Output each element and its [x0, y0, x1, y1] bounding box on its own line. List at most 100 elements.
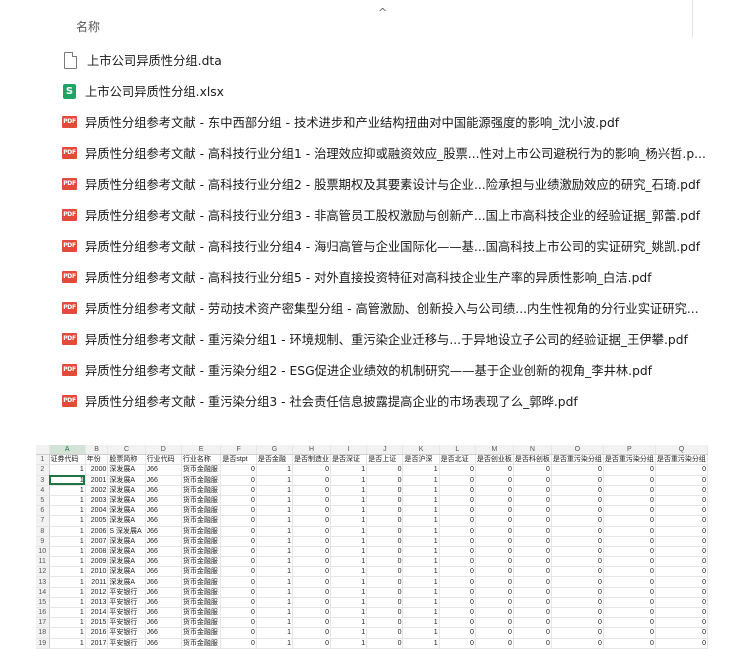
- sheet-cell[interactable]: 2005: [85, 515, 109, 527]
- sheet-cell[interactable]: 0: [292, 546, 332, 558]
- sheet-cell[interactable]: 0: [551, 627, 604, 639]
- sheet-cell[interactable]: 0: [551, 515, 604, 527]
- sheet-cell[interactable]: 1: [256, 627, 294, 639]
- sheet-cell[interactable]: 0: [551, 526, 604, 537]
- sheet-cell[interactable]: 2002: [85, 485, 109, 496]
- sheet-cell[interactable]: 1: [402, 576, 440, 588]
- sheet-cell[interactable]: 0: [551, 607, 604, 619]
- sheet-cell[interactable]: 1: [402, 597, 440, 609]
- sort-ascending-icon[interactable]: ^: [378, 6, 387, 19]
- sheet-cell[interactable]: 1: [330, 556, 368, 568]
- sheet-cell[interactable]: 1: [330, 607, 368, 619]
- sheet-cell[interactable]: 0: [475, 505, 514, 517]
- sheet-cell[interactable]: 1: [49, 505, 86, 517]
- sheet-cell[interactable]: 0: [655, 515, 708, 527]
- sheet-cell[interactable]: 0: [366, 587, 404, 598]
- sheet-cell[interactable]: 1: [49, 475, 86, 486]
- sheet-cell[interactable]: 1: [402, 526, 440, 537]
- sheet-cell[interactable]: 0: [513, 515, 552, 527]
- sheet-cell[interactable]: 0: [551, 475, 604, 486]
- header-cell[interactable]: 行业代码: [145, 454, 182, 466]
- column-letter[interactable]: D: [145, 445, 182, 456]
- sheet-cell[interactable]: J66: [145, 587, 182, 598]
- sheet-cell[interactable]: 2016: [85, 627, 109, 639]
- sheet-cell[interactable]: J66: [145, 597, 182, 609]
- sheet-cell[interactable]: 1: [256, 505, 294, 517]
- sheet-cell[interactable]: 0: [439, 597, 476, 609]
- sheet-cell[interactable]: 0: [551, 566, 604, 578]
- sheet-cell[interactable]: 平安银行: [107, 638, 146, 649]
- row-number[interactable]: 11: [36, 556, 50, 568]
- sheet-cell[interactable]: 0: [439, 526, 476, 537]
- sheet-cell[interactable]: 0: [366, 526, 404, 537]
- sheet-cell[interactable]: 0: [513, 475, 552, 486]
- header-cell[interactable]: 是否北证: [439, 454, 476, 466]
- row-number[interactable]: 9: [36, 536, 50, 547]
- sheet-cell[interactable]: 0: [475, 638, 514, 649]
- sheet-cell[interactable]: 0: [603, 485, 656, 496]
- sheet-cell[interactable]: 2010: [85, 566, 109, 578]
- sheet-cell[interactable]: 1: [402, 566, 440, 578]
- sheet-cell[interactable]: 0: [655, 464, 708, 476]
- sheet-cell[interactable]: 0: [220, 607, 257, 619]
- name-column-header[interactable]: 名称: [76, 18, 100, 35]
- sheet-cell[interactable]: 0: [220, 597, 257, 609]
- sheet-cell[interactable]: 平安银行: [107, 597, 146, 609]
- sheet-cell[interactable]: 0: [220, 566, 257, 578]
- sheet-cell[interactable]: 0: [603, 546, 656, 558]
- sheet-cell[interactable]: 1: [402, 638, 440, 649]
- sheet-cell[interactable]: 0: [603, 627, 656, 639]
- sheet-cell[interactable]: 深发展A: [107, 495, 146, 507]
- sheet-cell[interactable]: 1: [402, 485, 440, 496]
- sheet-cell[interactable]: 0: [655, 495, 708, 507]
- sheet-cell[interactable]: 1: [330, 495, 368, 507]
- file-item[interactable]: PDF 异质性分组参考文献 - 高科技行业分组3 - 非高管员工股权激励与创新产.…: [62, 204, 700, 226]
- sheet-cell[interactable]: 1: [330, 505, 368, 517]
- sheet-cell[interactable]: 2017: [85, 638, 109, 649]
- header-cell[interactable]: 是否沪深: [402, 454, 440, 466]
- sheet-cell[interactable]: 0: [603, 526, 656, 537]
- sheet-cell[interactable]: 0: [366, 505, 404, 517]
- sheet-cell[interactable]: 0: [292, 638, 332, 649]
- sheet-cell[interactable]: 0: [603, 607, 656, 619]
- sheet-cell[interactable]: 0: [655, 627, 708, 639]
- sheet-cell[interactable]: 1: [402, 556, 440, 568]
- sheet-cell[interactable]: 0: [513, 566, 552, 578]
- sheet-cell[interactable]: 1: [49, 526, 86, 537]
- sheet-cell[interactable]: 深发展A: [107, 485, 146, 496]
- sheet-cell[interactable]: 0: [551, 536, 604, 547]
- sheet-cell[interactable]: 1: [49, 485, 86, 496]
- sheet-cell[interactable]: 1: [256, 495, 294, 507]
- sheet-cell[interactable]: 0: [439, 607, 476, 619]
- sheet-cell[interactable]: 0: [292, 607, 332, 619]
- sheet-cell[interactable]: 2004: [85, 505, 109, 517]
- sheet-cell[interactable]: 2015: [85, 617, 109, 629]
- sheet-cell[interactable]: 0: [366, 475, 404, 486]
- sheet-cell[interactable]: 0: [655, 485, 708, 496]
- sheet-cell[interactable]: 0: [475, 485, 514, 496]
- sheet-cell[interactable]: 0: [220, 515, 257, 527]
- sheet-cell[interactable]: 0: [513, 576, 552, 588]
- sheet-cell[interactable]: 0: [292, 505, 332, 517]
- sheet-cell[interactable]: 0: [551, 485, 604, 496]
- sheet-cell[interactable]: J66: [145, 505, 182, 517]
- sheet-cell[interactable]: 1: [49, 617, 86, 629]
- sheet-cell[interactable]: 0: [603, 587, 656, 598]
- sheet-cell[interactable]: 0: [655, 617, 708, 629]
- sheet-cell[interactable]: 0: [220, 475, 257, 486]
- sheet-cell[interactable]: 0: [220, 627, 257, 639]
- sheet-cell[interactable]: 0: [551, 556, 604, 568]
- sheet-cell[interactable]: 1: [49, 536, 86, 547]
- row-number[interactable]: 1: [36, 454, 50, 466]
- sheet-cell[interactable]: 2006: [85, 526, 109, 537]
- sheet-cell[interactable]: 0: [513, 617, 552, 629]
- sheet-cell[interactable]: 0: [603, 617, 656, 629]
- row-number[interactable]: 13: [36, 576, 50, 588]
- sheet-cell[interactable]: J66: [145, 515, 182, 527]
- sheet-cell[interactable]: 0: [603, 556, 656, 568]
- sheet-cell[interactable]: 1: [49, 495, 86, 507]
- sheet-cell[interactable]: 0: [292, 556, 332, 568]
- sheet-cell[interactable]: 1: [402, 627, 440, 639]
- sheet-cell[interactable]: 货币金融服: [181, 515, 222, 527]
- sheet-cell[interactable]: 0: [439, 485, 476, 496]
